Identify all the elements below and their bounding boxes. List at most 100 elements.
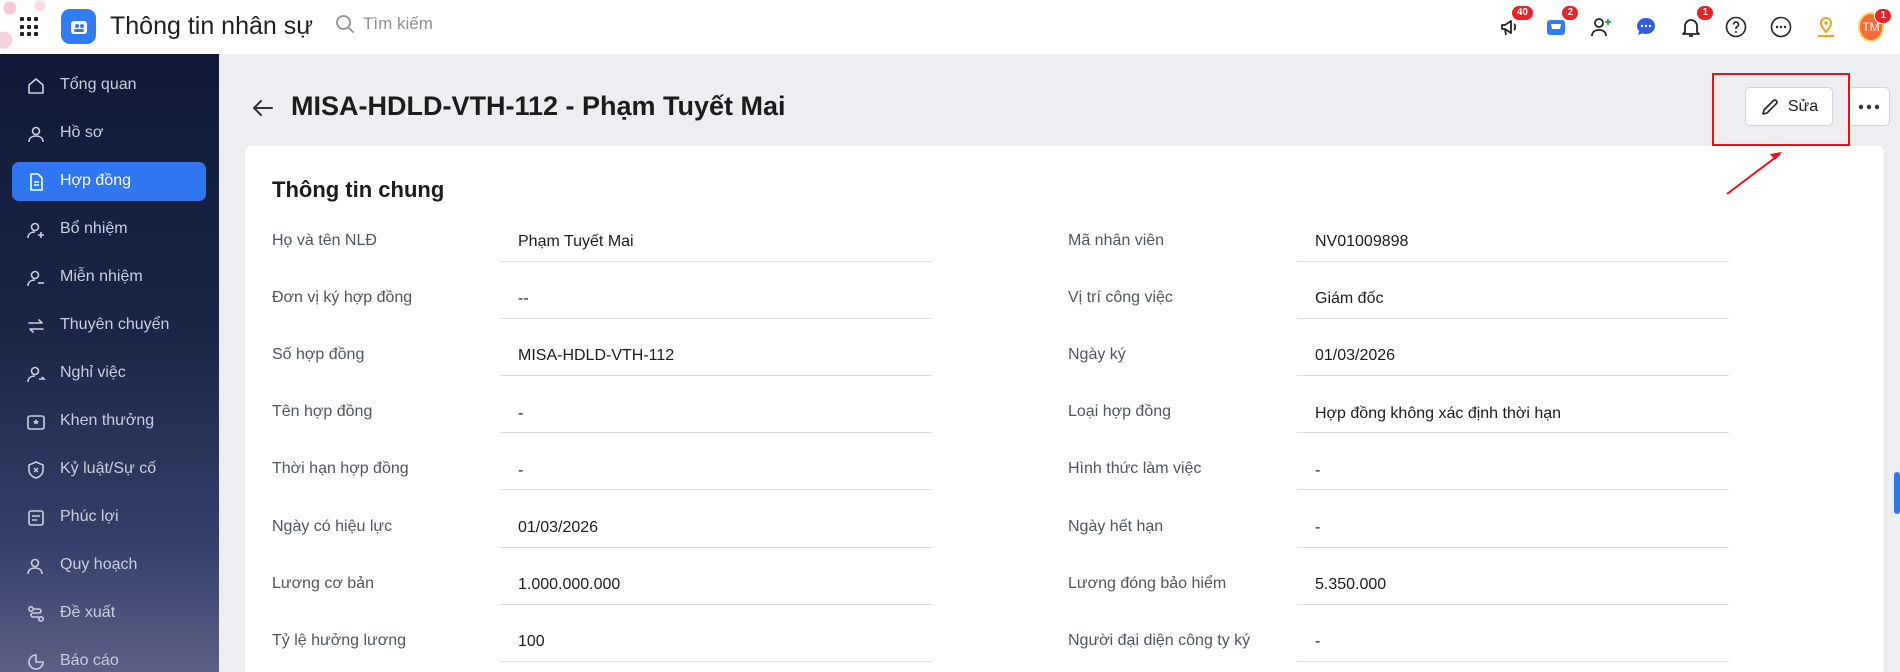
sidebar-item-proposal[interactable]: Đề xuất (12, 594, 206, 633)
field-value: Hợp đồng không xác định thời hạn (1315, 405, 1562, 422)
top-bar: Thông tin nhân sự Tìm kiếm 40 2 1 TM 1 (0, 0, 1900, 54)
field-label: Vị trí công việc (1068, 289, 1173, 306)
field-label: Loại hợp đồng (1068, 403, 1172, 420)
announcement-button[interactable]: 40 (1498, 5, 1534, 40)
annotation-arrow-icon (1726, 152, 1782, 195)
field-value: 5.350.000 (1315, 576, 1387, 593)
field-value: - (1315, 519, 1321, 536)
search-input[interactable]: Tìm kiếm (363, 14, 433, 34)
shield-icon (28, 461, 44, 479)
sidebar-item-contract[interactable]: Hợp đồng (12, 162, 206, 201)
sidebar-item-transfer[interactable]: Thuyên chuyển (12, 306, 206, 345)
sidebar-item-planning[interactable]: Quy hoạch (12, 546, 206, 585)
more-circle-icon (1770, 16, 1792, 38)
field-label: Ngày ký (1068, 346, 1126, 363)
sidebar-item-dismissal[interactable]: Miễn nhiệm (12, 258, 206, 297)
field-divider (1297, 604, 1729, 605)
back-button[interactable] (252, 98, 274, 123)
sidebar-item-label: Miễn nhiệm (60, 268, 143, 285)
field-label: Mã nhân viên (1068, 232, 1165, 249)
field-value: - (1315, 633, 1321, 650)
location-icon (1818, 16, 1834, 37)
user-minus-icon (27, 270, 44, 287)
sidebar-item-rewards[interactable]: Khen thưởng (12, 402, 206, 441)
arrow-left-icon (253, 100, 273, 116)
section-title: Thông tin chung (272, 177, 445, 202)
people-icon (70, 20, 87, 34)
help-icon (1725, 16, 1747, 38)
sidebar-item-report[interactable]: Báo cáo (12, 642, 206, 672)
field-divider (1297, 261, 1729, 262)
general-info-card (245, 146, 1884, 672)
field-label: Ngày hết hạn (1068, 518, 1164, 535)
field-value: - (518, 462, 524, 479)
user-avatar-button[interactable]: TM 1 (1858, 8, 1892, 42)
sidebar-item-label: Hợp đồng (60, 172, 131, 189)
field-divider (500, 661, 932, 662)
notification-button[interactable]: 1 (1678, 5, 1714, 40)
benefit-icon (28, 510, 44, 526)
field-divider (500, 547, 932, 548)
field-divider (500, 318, 932, 319)
help-button[interactable] (1723, 14, 1749, 40)
sidebar-item-label: Nghỉ việc (60, 364, 126, 381)
field-divider (500, 489, 932, 490)
apps-grid-icon[interactable] (20, 17, 40, 37)
location-button[interactable] (1813, 14, 1839, 40)
sidebar-item-discipline[interactable]: Kỷ luật/Sự cố (12, 450, 206, 489)
field-divider (1297, 661, 1729, 662)
award-icon (27, 415, 45, 430)
field-value: -- (518, 290, 529, 307)
user-icon (28, 126, 44, 143)
chat-icon (1637, 18, 1655, 35)
transfer-icon (28, 319, 44, 333)
sidebar-item-appointment[interactable]: Bổ nhiệm (12, 210, 206, 249)
scrollbar-thumb[interactable] (1894, 472, 1900, 514)
sidebar-item-label: Đề xuất (60, 604, 116, 621)
report-icon (28, 654, 44, 670)
sidebar-item-resignation[interactable]: Nghỉ việc (12, 354, 206, 393)
field-label: Đơn vị ký hợp đồng (272, 289, 413, 306)
chat-button[interactable] (1633, 14, 1659, 40)
more-button[interactable] (1848, 87, 1890, 126)
sidebar-item-label: Quy hoạch (60, 556, 138, 573)
field-value: MISA-HDLD-VTH-112 (518, 347, 675, 364)
field-label: Ngày có hiệu lực (272, 518, 393, 535)
more-apps-button[interactable] (1768, 14, 1794, 40)
field-value: Giám đốc (1315, 290, 1384, 307)
announcement-badge: 40 (1510, 5, 1534, 21)
sidebar-item-label: Bổ nhiệm (60, 220, 128, 237)
field-divider (1297, 375, 1729, 376)
sidebar-item-profile[interactable]: Hồ sơ (12, 114, 206, 153)
cart-badge: 2 (1561, 5, 1579, 21)
avatar-badge: 1 (1874, 8, 1892, 24)
sidebar-item-label: Phúc lợi (60, 508, 119, 525)
cart-button[interactable]: 2 (1543, 5, 1579, 40)
user-add-icon (1591, 18, 1611, 37)
document-icon (30, 173, 43, 191)
app-logo[interactable] (61, 9, 96, 44)
sidebar-item-benefits[interactable]: Phúc lợi (12, 498, 206, 537)
user-leave-icon (27, 366, 46, 383)
field-label: Người đại diện công ty ký (1068, 632, 1251, 649)
sidebar-item-overview[interactable]: Tổng quan (12, 66, 206, 105)
field-label: Hình thức làm việc (1068, 460, 1202, 477)
sidebar-item-label: Thuyên chuyển (60, 316, 170, 333)
field-value: 01/03/2026 (518, 519, 599, 536)
field-value: NV01009898 (1315, 233, 1409, 250)
field-label: Họ và tên NLĐ (272, 232, 377, 249)
sidebar-item-label: Báo cáo (60, 652, 119, 669)
search-box[interactable]: Tìm kiếm (335, 14, 433, 34)
proposal-icon (27, 605, 45, 623)
app-title: Thông tin nhân sự (110, 12, 313, 40)
field-divider (1297, 318, 1729, 319)
sidebar-item-label: Kỷ luật/Sự cố (60, 460, 157, 477)
field-value: Phạm Tuyết Mai (518, 233, 634, 250)
add-contact-button[interactable] (1588, 14, 1614, 40)
field-divider (1297, 489, 1729, 490)
field-label: Thời hạn hợp đồng (272, 460, 409, 477)
sidebar-item-label: Tổng quan (60, 76, 137, 93)
field-divider (500, 261, 932, 262)
field-value: 1.000.000.000 (518, 576, 621, 593)
field-divider (500, 375, 932, 376)
